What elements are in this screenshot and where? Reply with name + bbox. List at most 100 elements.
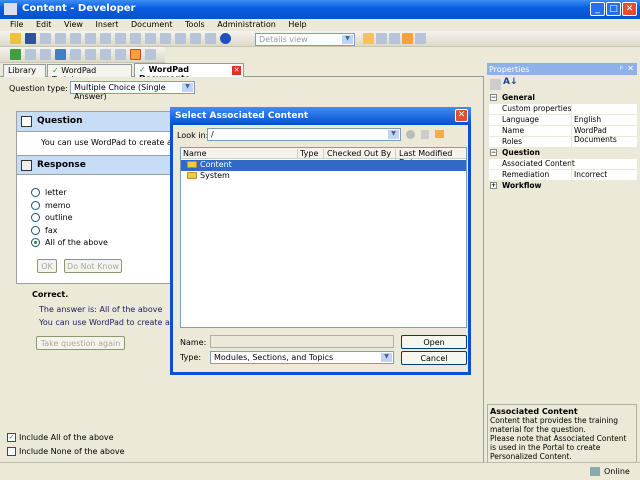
- property-name: Name: [502, 126, 525, 135]
- find-icon[interactable]: [190, 33, 201, 44]
- collapse-icon[interactable]: −: [490, 94, 497, 101]
- cut-icon[interactable]: [55, 33, 66, 44]
- include-none-checkbox[interactable]: [7, 447, 16, 456]
- add-icon[interactable]: [10, 49, 21, 60]
- option-memo[interactable]: memo: [31, 200, 108, 214]
- preview-doc-icon[interactable]: [145, 49, 156, 60]
- column-type[interactable]: Type: [297, 149, 318, 158]
- close-button[interactable]: ✕: [622, 2, 637, 16]
- option-outline[interactable]: outline: [31, 213, 108, 226]
- pin-icon[interactable]: ᵖ: [620, 64, 623, 73]
- property-value[interactable]: [571, 137, 574, 148]
- split-icon[interactable]: [376, 33, 387, 44]
- categorized-icon[interactable]: [490, 79, 501, 90]
- cancel-button[interactable]: Cancel: [401, 351, 467, 365]
- folder-icon: [187, 172, 197, 179]
- copy-icon[interactable]: [70, 33, 81, 44]
- link-icon[interactable]: [70, 49, 81, 60]
- property-value[interactable]: [571, 159, 574, 170]
- property-row[interactable]: Roles: [489, 137, 637, 148]
- do-not-know-button[interactable]: Do Not Know: [64, 259, 122, 273]
- outdent-icon[interactable]: [115, 49, 126, 60]
- include-all-checkbox[interactable]: ✓: [7, 433, 16, 442]
- option-letter[interactable]: letter: [31, 188, 108, 201]
- category-question[interactable]: − Question: [489, 148, 637, 159]
- ok-button[interactable]: OK: [37, 259, 57, 273]
- list-item[interactable]: System: [181, 171, 466, 182]
- layout-icon[interactable]: [363, 33, 374, 44]
- spellcheck-icon[interactable]: [205, 33, 216, 44]
- property-row[interactable]: Custom properties: [489, 104, 637, 115]
- look-in-select[interactable]: / ▼: [207, 128, 401, 141]
- menu-edit[interactable]: Edit: [36, 20, 52, 29]
- properties-title: Properties: [489, 65, 530, 74]
- list-item[interactable]: Content: [181, 160, 466, 171]
- remove-icon[interactable]: [25, 49, 36, 60]
- up-folder-icon[interactable]: [421, 130, 429, 139]
- menu-tools[interactable]: Tools: [185, 20, 205, 29]
- close-tab-icon[interactable]: ✕: [232, 66, 241, 75]
- properties-icon[interactable]: [115, 33, 126, 44]
- expand-icon[interactable]: [160, 33, 171, 44]
- property-value[interactable]: English: [571, 115, 601, 126]
- option-all-of-the-above[interactable]: All of the above: [31, 238, 108, 251]
- column-name[interactable]: Name: [183, 149, 207, 158]
- move-down-icon[interactable]: [100, 49, 111, 60]
- take-question-again-button[interactable]: Take question again: [36, 336, 125, 350]
- property-value[interactable]: [571, 104, 574, 115]
- paste-icon[interactable]: [85, 33, 96, 44]
- view-select[interactable]: Details view ▼: [255, 33, 355, 46]
- menu-view[interactable]: View: [64, 20, 83, 29]
- property-row[interactable]: Associated Content: [489, 159, 637, 170]
- category-workflow[interactable]: + Workflow: [489, 181, 637, 192]
- category-general[interactable]: − General: [489, 93, 637, 104]
- edit-icon[interactable]: [40, 49, 51, 60]
- undo-icon[interactable]: [130, 33, 141, 44]
- collapse-icon[interactable]: [175, 33, 186, 44]
- question-type-select[interactable]: Multiple Choice (Single Answer) ▼: [70, 81, 195, 101]
- tab-wordpad-training[interactable]: ✓ WordPad Training: [47, 64, 132, 84]
- content-list: Name Type Checked Out By Last Modified D…: [180, 147, 467, 328]
- property-row[interactable]: Language English: [489, 115, 637, 126]
- new-folder-icon[interactable]: [435, 130, 444, 138]
- property-row[interactable]: Remediation Incorrect: [489, 170, 637, 181]
- name-label: Name:: [180, 338, 207, 347]
- preview-icon[interactable]: [415, 33, 426, 44]
- dialog-close-button[interactable]: ✕: [455, 109, 468, 122]
- tab-library[interactable]: Library: [3, 64, 46, 77]
- columns-icon[interactable]: [389, 33, 400, 44]
- property-name: Language: [502, 115, 540, 124]
- pencil-icon[interactable]: [130, 49, 141, 60]
- move-up-icon[interactable]: [85, 49, 96, 60]
- menu-help[interactable]: Help: [288, 20, 306, 29]
- delete-icon[interactable]: [100, 33, 111, 44]
- menu-document[interactable]: Document: [131, 20, 172, 29]
- print-icon[interactable]: [40, 33, 51, 44]
- menu-insert[interactable]: Insert: [96, 20, 119, 29]
- name-input[interactable]: [210, 335, 394, 348]
- folder-view-icon[interactable]: [402, 33, 413, 44]
- open-icon[interactable]: [10, 33, 21, 44]
- menu-file[interactable]: File: [10, 20, 23, 29]
- tab-wordpad-documents[interactable]: ✓ WordPad Documents✕: [134, 63, 244, 83]
- property-value[interactable]: Incorrect: [571, 170, 607, 181]
- property-row[interactable]: Name WordPad Documents: [489, 126, 637, 144]
- image-icon[interactable]: [55, 49, 66, 60]
- sort-alphabetical-icon[interactable]: A↓: [503, 77, 518, 87]
- type-select[interactable]: Modules, Sections, and Topics ▼: [210, 351, 394, 364]
- expand-icon[interactable]: +: [490, 182, 497, 189]
- minimize-button[interactable]: _: [590, 2, 605, 16]
- open-button[interactable]: Open: [401, 335, 467, 349]
- menu-administration[interactable]: Administration: [217, 20, 276, 29]
- collapse-icon[interactable]: −: [490, 149, 497, 156]
- help-icon[interactable]: [220, 33, 231, 44]
- back-icon[interactable]: [406, 130, 415, 139]
- maximize-button[interactable]: □: [606, 2, 621, 16]
- option-fax[interactable]: fax: [31, 225, 108, 239]
- view-select-value: Details view: [259, 35, 308, 44]
- save-icon[interactable]: [25, 33, 36, 44]
- redo-icon[interactable]: [145, 33, 156, 44]
- property-value[interactable]: WordPad Documents: [571, 126, 637, 144]
- column-checked-out-by[interactable]: Checked Out By: [323, 149, 391, 158]
- close-pane-icon[interactable]: ✕: [627, 64, 634, 73]
